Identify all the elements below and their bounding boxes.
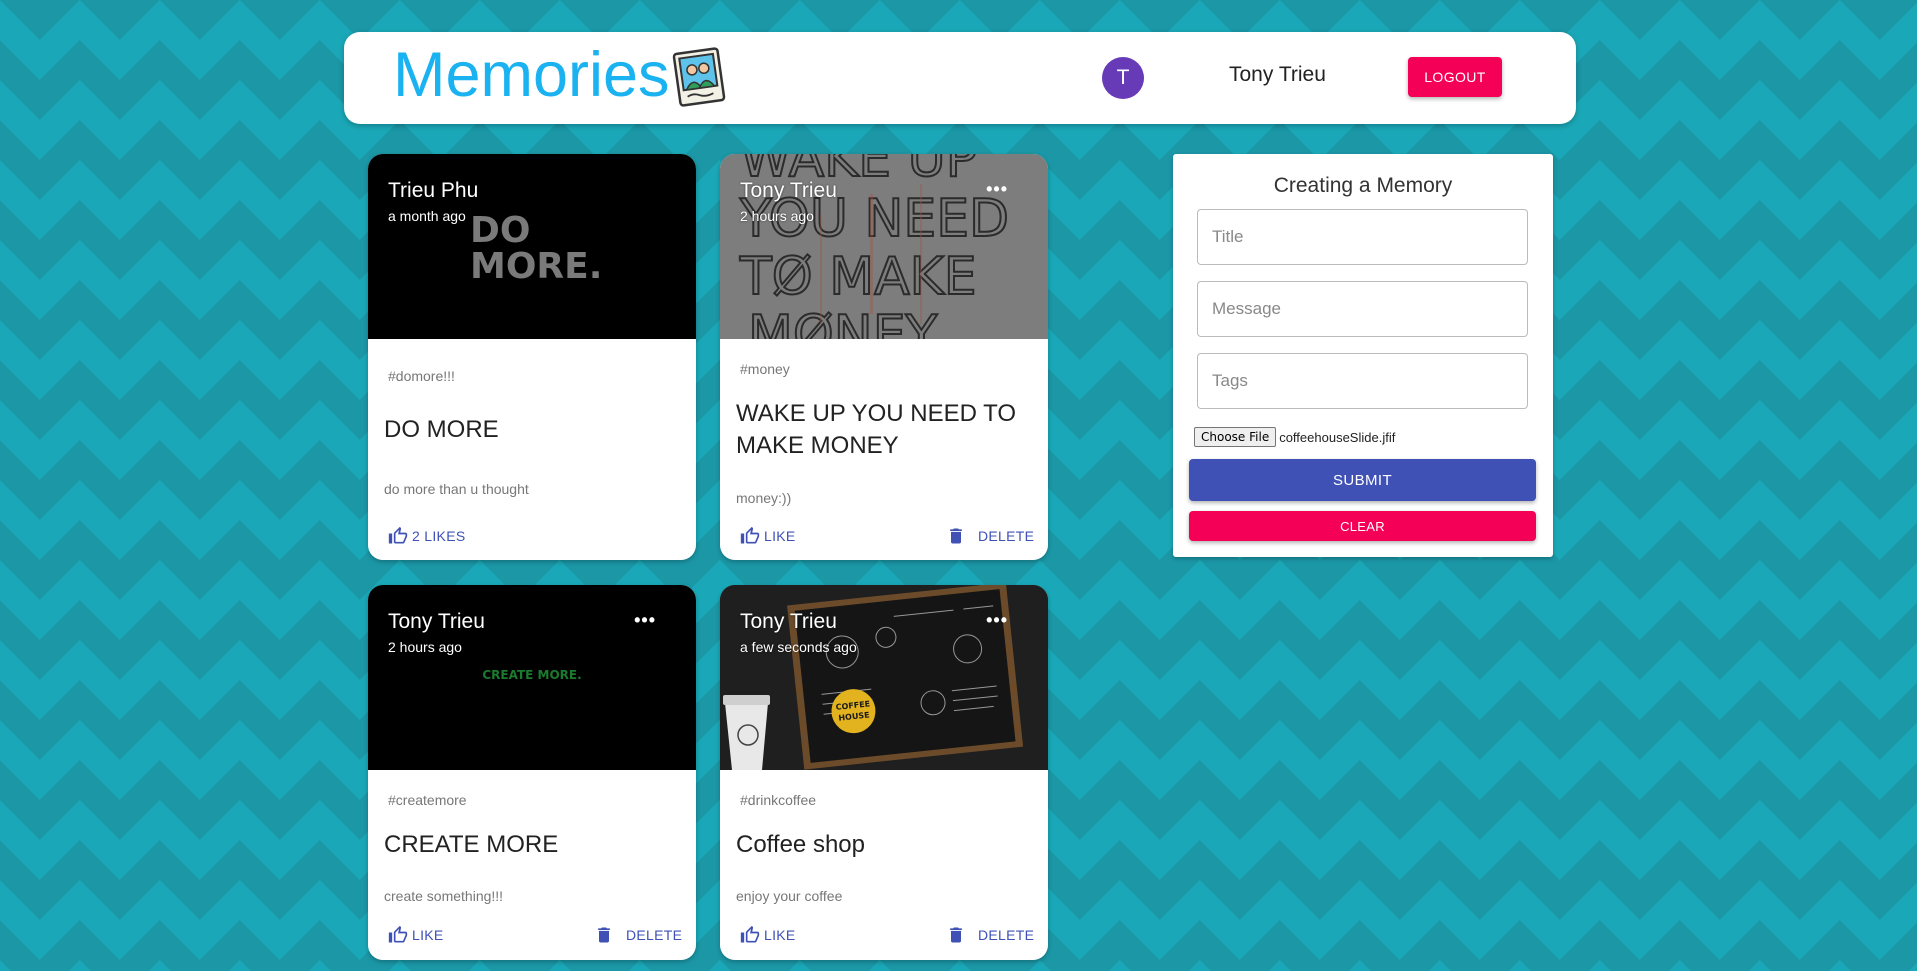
delete-button[interactable]: DELETE — [594, 925, 682, 945]
post-author: Tony Trieu — [388, 610, 485, 633]
svg-text:TØ MAKE: TØ MAKE — [739, 247, 977, 307]
post-time: 2 hours ago — [388, 639, 462, 655]
svg-text:DO: DO — [470, 210, 531, 251]
more-horiz-icon[interactable]: ••• — [986, 610, 1008, 631]
like-button[interactable]: LIKE — [740, 925, 796, 945]
post-time: 2 hours ago — [740, 208, 814, 224]
create-memory-form: Creating a Memory Choose File coffeehous… — [1173, 154, 1553, 557]
title-field[interactable] — [1197, 209, 1528, 265]
post-title: Coffee shop — [736, 831, 865, 858]
more-horiz-icon[interactable]: ••• — [634, 610, 656, 631]
post-message: money:)) — [736, 490, 792, 506]
svg-text:CREATE MORE.: CREATE MORE. — [482, 668, 581, 682]
post-message: enjoy your coffee — [736, 888, 843, 904]
delete-button[interactable]: DELETE — [946, 925, 1034, 945]
post-author: Trieu Phu — [388, 179, 479, 202]
trash-icon — [950, 927, 962, 943]
message-field[interactable] — [1197, 281, 1528, 337]
choose-file-button[interactable]: Choose File — [1194, 427, 1277, 447]
post-card: CREATE MORE. Tony Trieu 2 hours ago ••• … — [368, 585, 696, 960]
post-title: WAKE UP YOU NEED TO MAKE MONEY — [736, 400, 1017, 459]
post-time: a month ago — [388, 208, 466, 224]
svg-text:MØNEY: MØNEY — [748, 305, 938, 339]
brand-title[interactable]: Memories — [393, 44, 670, 107]
post-author: Tony Trieu — [740, 179, 837, 202]
post-tags: #money — [740, 361, 790, 377]
post-tags: #drinkcoffee — [740, 792, 817, 808]
username: Tony Trieu — [1229, 63, 1326, 86]
post-tags: #createmore — [388, 792, 467, 808]
more-horiz-icon[interactable]: ••• — [986, 179, 1008, 200]
delete-label: DELETE — [626, 927, 683, 943]
trash-icon — [598, 927, 610, 943]
delete-label: DELETE — [978, 528, 1035, 544]
app-bar: Memories T Tony Trieu LOGOUT — [344, 32, 1576, 124]
file-input: Choose File coffeehouseSlide.jfif — [1194, 427, 1395, 447]
post-card: DO MORE. Trieu Phu a month ago #domore!!… — [368, 154, 696, 560]
delete-label: DELETE — [978, 927, 1035, 943]
like-label: LIKE — [412, 927, 444, 943]
trash-icon — [950, 528, 962, 544]
like-button[interactable]: LIKE — [388, 925, 444, 945]
form-title: Creating a Memory — [1273, 174, 1453, 197]
thumb-up-icon — [388, 526, 408, 544]
thumb-up-icon — [388, 925, 408, 943]
like-label: LIKE — [764, 528, 796, 544]
submit-button[interactable]: SUBMIT — [1189, 459, 1536, 501]
delete-button[interactable]: DELETE — [946, 526, 1034, 546]
post-title: DO MORE — [384, 416, 499, 443]
post-title: CREATE MORE — [384, 831, 559, 858]
svg-text:MORE.: MORE. — [470, 246, 602, 287]
post-author: Tony Trieu — [740, 610, 837, 633]
post-tags: #domore!!! — [388, 368, 455, 384]
clear-button[interactable]: CLEAR — [1189, 511, 1536, 541]
logout-button[interactable]: LOGOUT — [1408, 57, 1502, 97]
like-button[interactable]: 2 LIKES — [388, 526, 465, 546]
post-card: WAKE UP YOU NEED TØ MAKE MØNEY Tony Trie… — [720, 154, 1048, 560]
tags-field[interactable] — [1197, 353, 1528, 409]
thumb-up-icon — [740, 526, 760, 544]
thumb-up-icon — [740, 925, 760, 943]
avatar[interactable]: T — [1102, 57, 1144, 99]
file-name: coffeehouseSlide.jfif — [1279, 429, 1396, 445]
post-time: a few seconds ago — [740, 639, 857, 655]
like-label: LIKE — [764, 927, 796, 943]
post-message: do more than u thought — [384, 481, 529, 497]
post-card: COFFEE HOUSE Tony Trieu a few seconds ag… — [720, 585, 1048, 960]
like-label: 2 LIKES — [412, 528, 466, 544]
like-button[interactable]: LIKE — [740, 526, 796, 546]
post-message: create something!!! — [384, 888, 504, 904]
photo-memories-icon — [672, 47, 726, 107]
